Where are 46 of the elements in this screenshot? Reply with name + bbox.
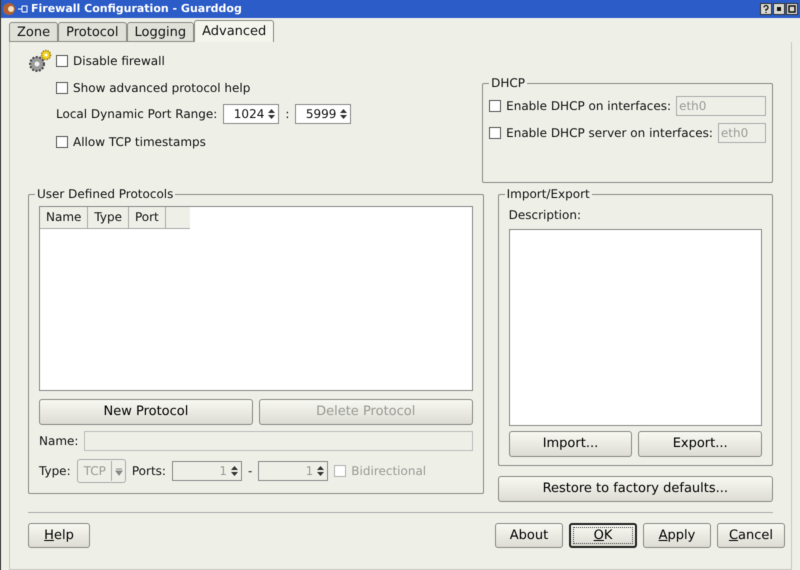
field-label: Ports:: [132, 463, 166, 480]
button[interactable]: About: [495, 523, 563, 548]
button[interactable]: Cancel: [717, 523, 785, 548]
checkbox-label: Bidirectional: [351, 463, 426, 480]
group-title: Import/Export: [504, 186, 592, 202]
protocol-list[interactable]: Name Type Port: [39, 206, 473, 391]
separator-text: -: [248, 463, 252, 480]
checkbox[interactable]: [56, 55, 68, 67]
minimize-icon[interactable]: [773, 3, 785, 15]
button[interactable]: OK: [569, 523, 637, 548]
gears-icon: [28, 49, 52, 73]
button[interactable]: Import...: [508, 431, 632, 457]
field-label: Local Dynamic Port Range:: [56, 106, 218, 123]
field-label: Description:: [508, 207, 582, 224]
button[interactable]: New Protocol: [39, 399, 253, 425]
separator-text: :: [285, 106, 290, 123]
spin-box[interactable]: 5999: [295, 104, 352, 124]
checkbox[interactable]: [56, 136, 68, 148]
spin-box[interactable]: 1024: [223, 104, 280, 124]
button[interactable]: Help: [28, 523, 90, 548]
checkbox-label: Enable DHCP on interfaces:: [506, 98, 672, 115]
button[interactable]: Apply: [643, 523, 711, 548]
window-title: Firewall Configuration - Guarddog: [31, 0, 242, 17]
field-label: Name:: [39, 433, 78, 450]
spin-arrows-icon[interactable]: [267, 107, 276, 121]
checkbox-label: Show advanced protocol help: [73, 80, 250, 97]
checkbox-label: Allow TCP timestamps: [73, 134, 206, 151]
dropdown-arrow-icon: [110, 461, 125, 481]
field-label: Type:: [39, 463, 71, 480]
button[interactable]: Restore to factory defaults...: [498, 476, 773, 502]
tab[interactable]: Logging: [126, 22, 194, 42]
column-header[interactable]: Port: [128, 207, 166, 228]
column-header[interactable]: Name: [40, 207, 88, 228]
tab[interactable]: Advanced: [194, 20, 274, 42]
pin-icon[interactable]: [18, 5, 28, 13]
checkbox-label: Enable DHCP server on interfaces:: [506, 125, 713, 142]
checkbox-label: Disable firewall: [73, 53, 165, 70]
checkbox[interactable]: [56, 82, 68, 94]
tab[interactable]: Zone: [9, 22, 58, 42]
column-header[interactable]: Type: [88, 207, 129, 228]
help-icon[interactable]: [760, 3, 772, 15]
spin-arrows-icon[interactable]: [339, 107, 348, 121]
maximize-icon[interactable]: [786, 3, 798, 15]
tab[interactable]: Protocol: [58, 22, 126, 42]
name-field[interactable]: [84, 431, 473, 451]
button[interactable]: Export...: [638, 431, 762, 457]
